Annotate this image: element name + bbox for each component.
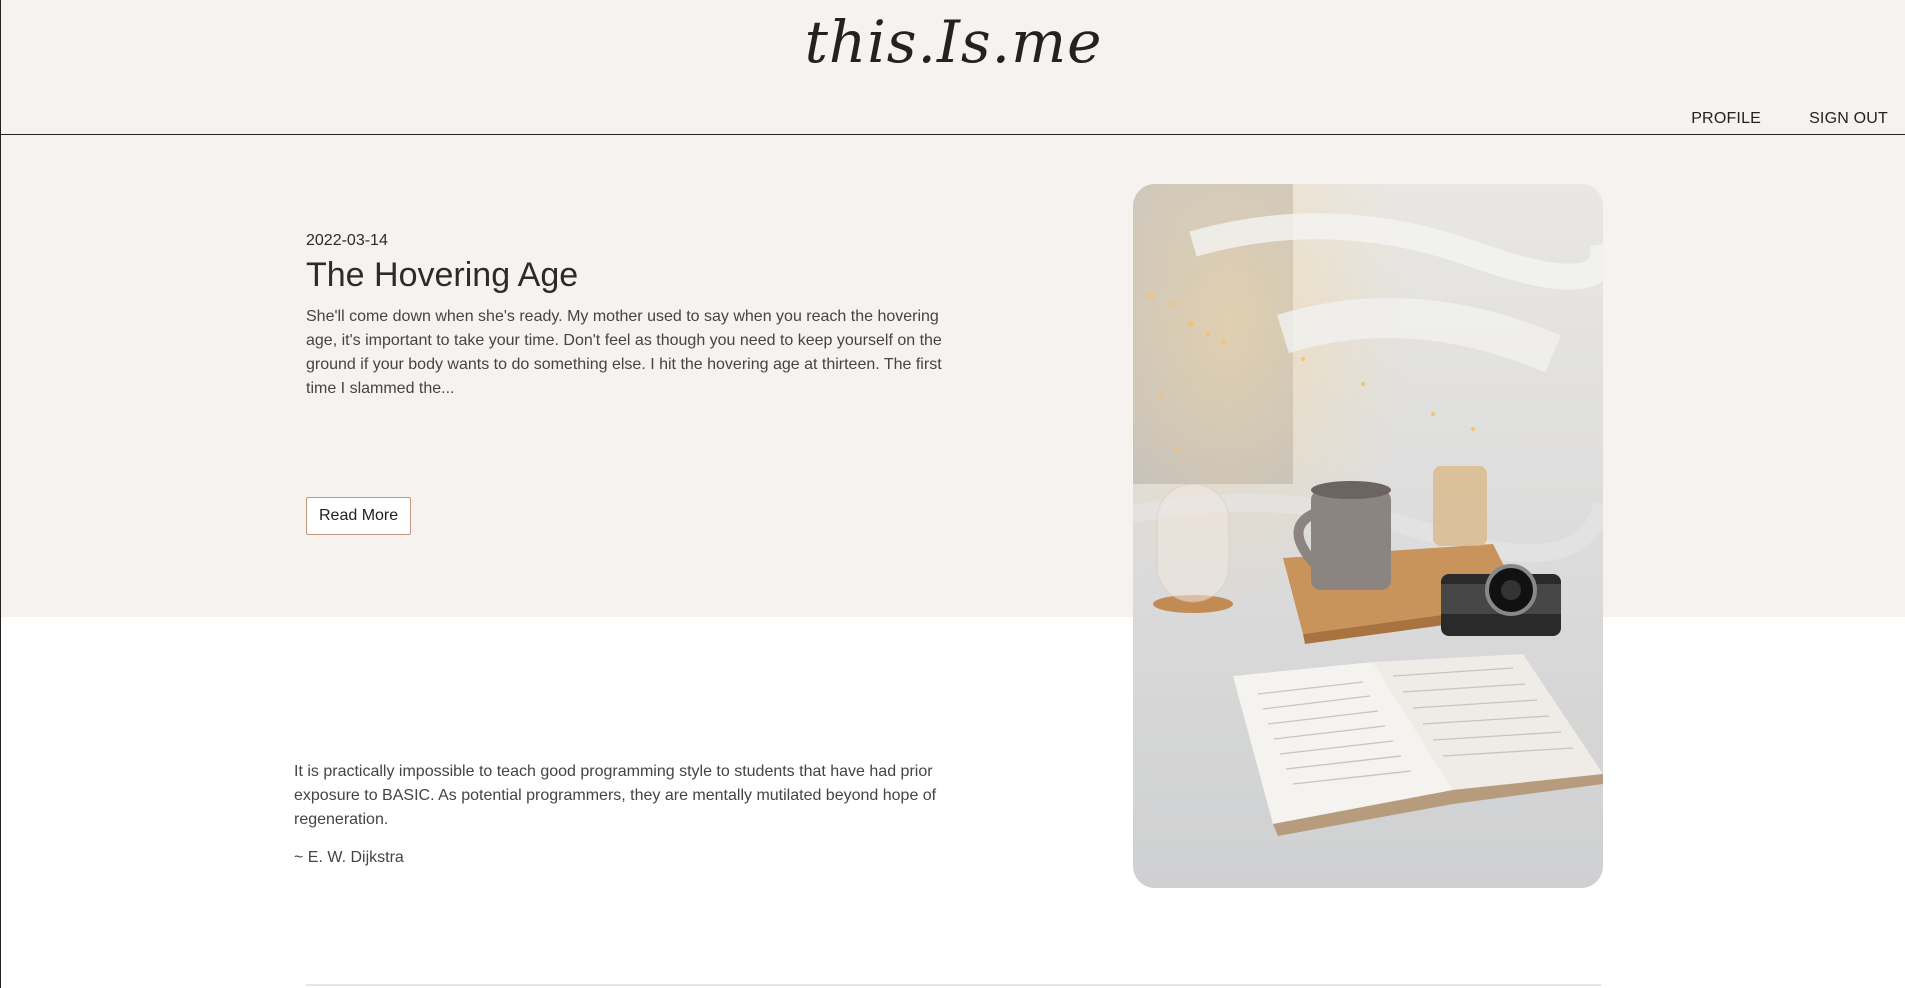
section-divider (306, 984, 1601, 986)
sign-out-link[interactable]: SIGN OUT (1809, 110, 1888, 128)
site-logo[interactable]: this.Is.me (1, 8, 1905, 76)
post-date: 2022-03-14 (306, 232, 388, 249)
page: this.Is.me PROFILE SIGN OUT 2022-03-14 T… (0, 0, 1905, 988)
featured-post-section (1, 135, 1905, 617)
read-more-button[interactable]: Read More (306, 497, 412, 535)
profile-link[interactable]: PROFILE (1691, 110, 1761, 128)
site-header: this.Is.me PROFILE SIGN OUT (1, 0, 1905, 135)
post-excerpt: She'll come down when she's ready. My mo… (306, 308, 942, 397)
featured-post-image (1133, 184, 1603, 888)
post-title: The Hovering Age (306, 256, 579, 294)
top-nav: PROFILE SIGN OUT (1691, 110, 1888, 128)
quote-author: ~ E. W. Dijkstra (294, 849, 404, 866)
quote-text: It is practically impossible to teach go… (294, 763, 937, 828)
